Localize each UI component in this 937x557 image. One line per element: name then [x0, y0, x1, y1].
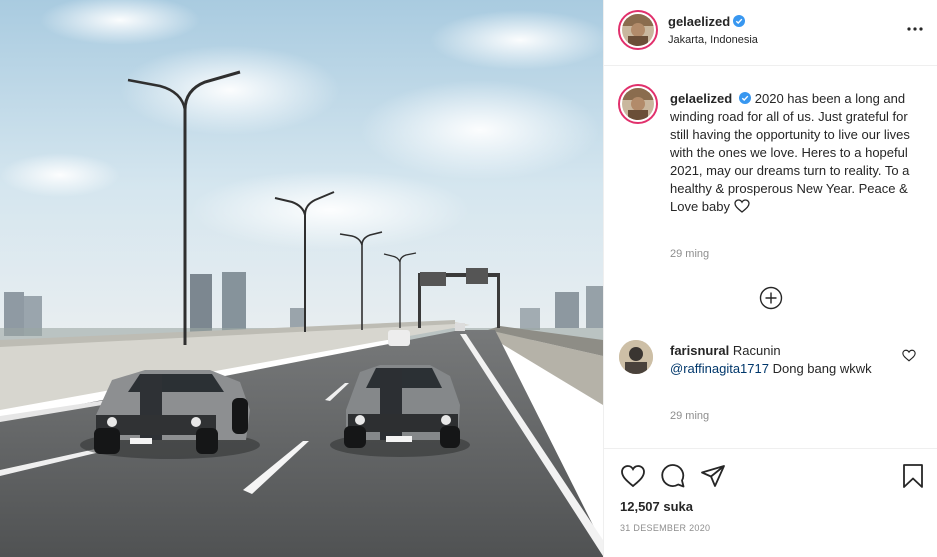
verified-badge-icon	[733, 15, 746, 27]
caption-time: 29 ming	[670, 248, 710, 260]
author-username-wrap: gelaelized	[668, 13, 746, 31]
caption-text: gelaelized 2020 has been a long and wind…	[670, 90, 920, 216]
commenter-avatar[interactable]	[619, 340, 653, 374]
paper-plane-icon[interactable]	[700, 463, 726, 489]
highway-cars-image	[0, 0, 603, 557]
caption-avatar-image	[622, 88, 654, 120]
post-photo[interactable]	[0, 0, 603, 557]
more-options-icon[interactable]	[906, 20, 924, 38]
like-heart-icon[interactable]	[620, 463, 646, 489]
verified-badge-icon	[739, 92, 752, 104]
comment-body-before: Racunin	[732, 343, 781, 358]
commenter-avatar-image	[619, 340, 653, 374]
comment-body-after: Dong bang wkwk	[772, 361, 872, 376]
caption-username[interactable]: gelaelized	[670, 91, 732, 106]
post-header: gelaelized Jakarta, Indonesia	[604, 0, 937, 66]
bookmark-icon[interactable]	[900, 463, 926, 489]
comment-time: 29 ming	[670, 410, 710, 422]
post-side-panel: gelaelized Jakarta, Indonesia gelaelized…	[603, 0, 937, 557]
heart-icon	[733, 199, 750, 213]
comment-bubble-icon[interactable]	[660, 463, 686, 489]
post-date[interactable]: 31 DESEMBER 2020	[620, 523, 710, 533]
commenter-username[interactable]: farisnural	[670, 343, 729, 358]
post-location[interactable]: Jakarta, Indonesia	[668, 34, 758, 46]
post-actions: 12,507 suka 31 DESEMBER 2020	[604, 448, 937, 557]
comment-mention[interactable]: @raffinagita1717	[670, 361, 769, 376]
caption-avatar[interactable]	[618, 84, 658, 124]
comment-text: farisnural Racunin @raffinagita1717 Dong…	[670, 342, 890, 378]
author-username[interactable]: gelaelized	[668, 14, 730, 29]
author-avatar[interactable]	[618, 10, 658, 50]
plus-circle-icon[interactable]	[759, 286, 783, 310]
author-avatar-image	[622, 14, 654, 46]
caption-body: 2020 has been a long and winding road fo…	[670, 91, 910, 214]
like-count[interactable]: 12,507 suka	[620, 499, 693, 514]
comment-like-heart-icon[interactable]	[902, 349, 916, 362]
